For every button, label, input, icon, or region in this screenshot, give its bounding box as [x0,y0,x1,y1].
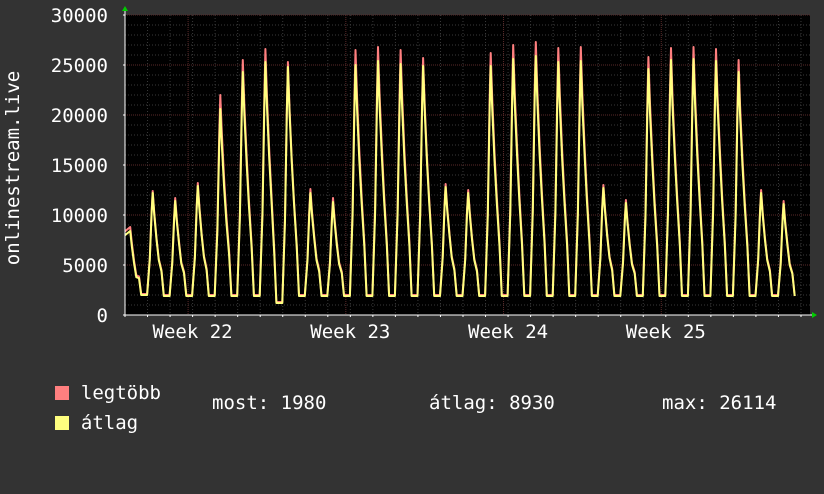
y-tick-label: 30000 [51,5,108,27]
y-axis-label: onlinestream.live [2,71,24,265]
y-axis-ticks: 0 5000 10000 15000 20000 25000 30000 [51,5,108,327]
y-tick-label: 0 [97,305,108,327]
y-tick-label: 20000 [51,105,108,127]
y-tick-label: 10000 [51,205,108,227]
y-tick-label: 5000 [62,255,108,277]
x-axis-ticks: Week 22 Week 23 Week 24 Week 25 [153,321,706,343]
x-tick-label: Week 23 [310,321,390,343]
x-axis-arrow [812,312,817,318]
stat-now: most: 1980 [212,392,327,414]
x-tick-label: Week 24 [468,321,548,343]
stat-average: átlag: 8930 [429,392,555,414]
y-axis-arrow [122,6,128,11]
legend-row-avg: átlag most: 1980 átlag: 8930 max: 26114 [32,392,822,433]
chart: 050001000015000200002500030000 Week 22 We… [2,5,817,343]
stat-max: max: 26114 [662,392,777,414]
legend-swatch-avg [54,416,69,430]
y-tick-label: 15000 [51,155,108,177]
x-tick-label: Week 22 [153,321,233,343]
x-tick-label: Week 25 [626,321,706,343]
y-tick-label: 25000 [51,55,108,77]
legend-row-max: legtöbb [32,363,161,403]
legend-label-avg: átlag [80,412,139,434]
